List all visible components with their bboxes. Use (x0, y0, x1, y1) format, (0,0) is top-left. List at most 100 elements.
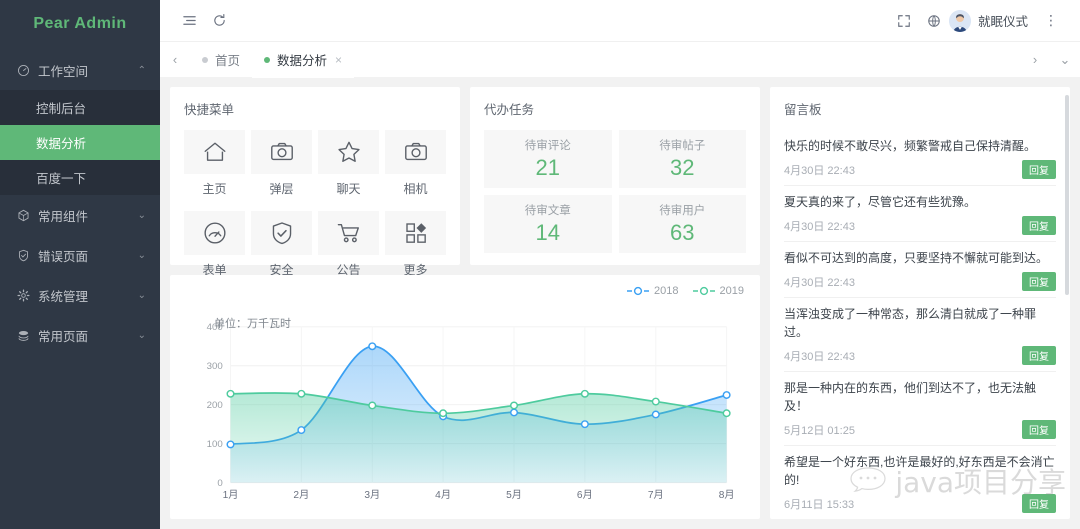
close-icon[interactable]: × (335, 53, 342, 67)
tab-0[interactable]: 首页 (190, 42, 252, 78)
sidebar-group-label: 错误页面 (38, 246, 88, 265)
tabbar-next-icon[interactable]: › (1020, 42, 1050, 78)
tabbar: ‹ 首页数据分析× › ⌄ (160, 41, 1080, 77)
todo-panel: 代办任务 待审评论21 待审帖子 32 待审文章14 待审用户 63 (470, 87, 760, 265)
home-icon (184, 130, 245, 174)
message-item: 看似不可达到的高度，只要坚持不懈就可能到达。 4月30日 22:43回复 (784, 242, 1056, 298)
message-item: 当浑浊变成了一种常态，那么清白就成了一种罪过。4月30日 22:43回复 (784, 298, 1056, 372)
sidebar-group-4[interactable]: 常用页面⌄ (0, 315, 160, 355)
more-options-icon[interactable]: ⋮ (1036, 6, 1066, 36)
reply-button[interactable]: 回复 (1022, 216, 1056, 235)
chevron-down-icon: ⌄ (138, 210, 146, 221)
sidebar-group-0[interactable]: 工作空间 ⌃ (0, 50, 160, 90)
message-time: 4月30日 22:43 (784, 162, 855, 178)
chevron-down-icon: ⌄ (138, 250, 146, 261)
menu-icon[interactable] (174, 6, 204, 36)
top-cards-row: 快捷菜单 主页弹层聊天相机表单安全公告更多 代办任务 待审评论21待审帖子32待… (170, 87, 760, 265)
todo-item-label: 待审帖子 (659, 137, 705, 153)
message-time: 4月30日 22:43 (784, 348, 855, 364)
svg-text:100: 100 (207, 439, 223, 450)
message-time: 4月30日 22:43 (784, 218, 855, 234)
sidebar-group-label: 常用页面 (38, 326, 88, 345)
todo-item-label: 待审用户 (659, 202, 705, 218)
legend-marker-icon (693, 286, 715, 296)
tabbar-prev-icon[interactable]: ‹ (160, 42, 190, 78)
svg-text:3月: 3月 (364, 489, 380, 501)
tab-1[interactable]: 数据分析× (252, 42, 354, 78)
camera-icon (385, 130, 446, 174)
reply-button[interactable]: 回复 (1022, 160, 1056, 179)
main-area: 就眠仪式 ⋮ ‹ 首页数据分析× › ⌄ 快捷菜单 主页弹层聊天相机表单安全公告… (160, 0, 1080, 529)
message-board-scrollbar[interactable] (1065, 95, 1069, 295)
todo-item-1[interactable]: 待审帖子 32 (619, 130, 747, 188)
sidebar-group-3[interactable]: 系统管理 ⌄ (0, 275, 160, 315)
fullscreen-icon[interactable] (889, 6, 919, 36)
quick-menu-item-2[interactable]: 聊天 (318, 130, 379, 205)
svg-text:200: 200 (207, 400, 223, 411)
chart-unit-label: 单位：万千瓦时 (214, 315, 291, 331)
app-root: Pear Admin 工作空间⌃控制后台数据分析百度一下常用组件⌄错误页面⌄系统… (0, 0, 1080, 529)
sidebar-group-label: 系统管理 (38, 286, 88, 305)
quick-menu-item-3[interactable]: 相机 (385, 130, 446, 205)
legend-item-2019[interactable]: 2019 (693, 285, 744, 297)
avatar[interactable] (949, 10, 971, 32)
quick-menu-item-0[interactable]: 主页 (184, 130, 245, 205)
message-list: 快乐的时候不敢尽兴，频繁警戒自己保持清醒。4月30日 22:43回复夏天真的来了… (784, 130, 1056, 519)
legend-item-2018[interactable]: 2018 (627, 285, 678, 297)
chart-panel: 20182019 单位：万千瓦时 01002003004001月2月3月4月5月… (170, 275, 760, 519)
todo-title: 代办任务 (484, 99, 746, 118)
message-text: 希望是一个好东西,也许是最好的,好东西是不会消亡的! (784, 453, 1056, 489)
message-footer: 4月30日 22:43回复 (784, 272, 1056, 291)
message-text: 夏天真的来了，尽管它还有些犹豫。 (784, 193, 1056, 211)
sidebar-group-1[interactable]: 常用组件⌄ (0, 195, 160, 235)
svg-text:6月: 6月 (577, 489, 593, 501)
box-icon (14, 209, 32, 222)
message-board-panel: 留言板 快乐的时候不敢尽兴，频繁警戒自己保持清醒。4月30日 22:43回复夏天… (770, 87, 1070, 519)
todo-item-value: 32 (670, 155, 694, 181)
quick-menu-label: 聊天 (336, 180, 360, 197)
message-time: 6月11日 15:33 (784, 496, 854, 512)
quick-menu-item-1[interactable]: 弹层 (251, 130, 312, 205)
chart-legend: 2018 2019 (627, 285, 744, 297)
globe-icon[interactable] (919, 6, 949, 36)
tab-status-dot (202, 57, 208, 63)
camera-icon (251, 130, 312, 174)
legend-label: 2018 (654, 285, 678, 297)
tab-status-dot (264, 57, 270, 63)
chevron-down-icon: ⌄ (138, 290, 146, 301)
topbar: 就眠仪式 ⋮ (160, 0, 1080, 41)
reply-button[interactable]: 回复 (1022, 346, 1056, 365)
sidebar-item-0[interactable]: 控制后台 (0, 90, 160, 125)
todo-item-label: 待审文章 (525, 202, 571, 218)
svg-text:7月: 7月 (648, 489, 664, 501)
content-area: 快捷菜单 主页弹层聊天相机表单安全公告更多 代办任务 待审评论21待审帖子32待… (160, 77, 1080, 529)
todo-item-value: 63 (670, 220, 694, 246)
star-icon (318, 130, 379, 174)
svg-text:2月: 2月 (293, 489, 309, 501)
chevron-up-icon: ⌃ (138, 65, 146, 76)
legend-label: 2019 (720, 285, 744, 297)
tabbar-dropdown-icon[interactable]: ⌄ (1050, 42, 1080, 78)
todo-item-label: 待审评论 (525, 137, 571, 153)
message-item: 希望是一个好东西,也许是最好的,好东西是不会消亡的! 6月11日 15:33 回复 (784, 446, 1056, 519)
quick-menu-grid: 主页弹层聊天相机表单安全公告更多 (184, 130, 446, 286)
reply-button[interactable]: 回复 (1022, 420, 1056, 439)
message-footer: 4月30日 22:43 回复 (784, 160, 1056, 179)
sidebar-group-label: 工作空间 (38, 61, 88, 80)
tab-list: 首页数据分析× (190, 42, 354, 78)
message-text: 看似不可达到的高度，只要坚持不懈就可能到达。 (784, 249, 1056, 267)
grid-icon (385, 211, 446, 255)
sidebar-item-2[interactable]: 百度一下 (0, 160, 160, 195)
refresh-icon[interactable] (204, 6, 234, 36)
todo-item-0[interactable]: 待审评论21 (484, 130, 612, 188)
brand-logo[interactable]: Pear Admin (0, 0, 160, 48)
sidebar-group-2[interactable]: 错误页面 ⌄ (0, 235, 160, 275)
reply-button[interactable]: 回复 (1022, 494, 1056, 513)
reply-button[interactable]: 回复 (1022, 272, 1056, 291)
todo-item-3[interactable]: 待审用户 63 (619, 195, 747, 253)
todo-item-2[interactable]: 待审文章14 (484, 195, 612, 253)
svg-text:4月: 4月 (435, 489, 451, 501)
sidebar-item-1[interactable]: 数据分析 (0, 125, 160, 160)
message-footer: 5月12日 01:25回复 (784, 420, 1056, 439)
message-text: 那是一种内在的东西，他们到达不了，也无法触及！ (784, 379, 1056, 415)
